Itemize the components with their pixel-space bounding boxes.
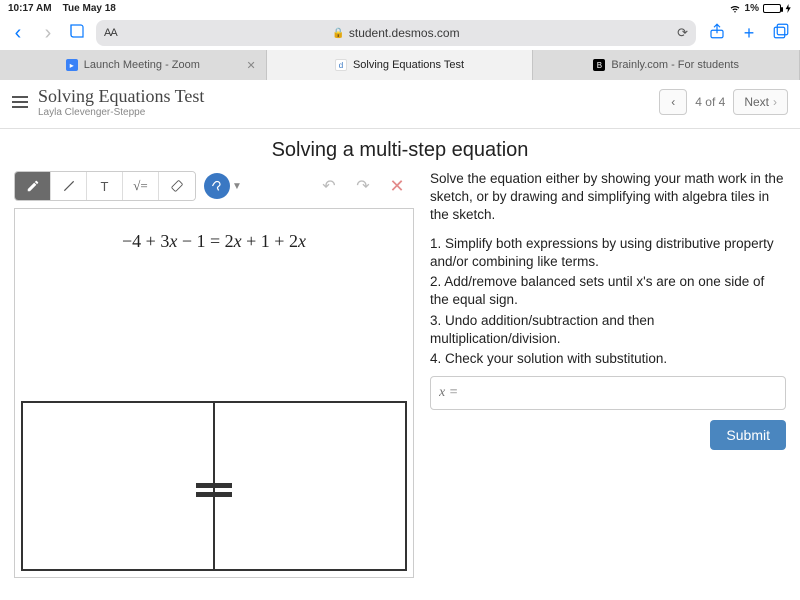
- tab-label: Launch Meeting - Zoom: [84, 59, 200, 71]
- redo-button[interactable]: ↷: [346, 176, 380, 196]
- tool-group: T √=: [14, 171, 196, 201]
- lock-icon: 🔒: [332, 28, 344, 39]
- battery-percent: 1%: [745, 3, 759, 14]
- page-indicator: 4 of 4: [695, 95, 725, 109]
- close-tab-button[interactable]: ✕: [246, 59, 255, 72]
- instructions-intro: Solve the equation either by showing you…: [430, 170, 786, 225]
- battery-icon: [763, 4, 781, 13]
- text-tool-label: T: [101, 179, 109, 194]
- status-time: 10:17 AM: [8, 3, 52, 14]
- math-tool-label: √=: [133, 178, 147, 194]
- next-page-button[interactable]: Next›: [733, 89, 788, 115]
- brainly-favicon: B: [593, 59, 605, 71]
- equals-icon: [196, 483, 232, 497]
- tab-strip: ▸ Launch Meeting - Zoom ✕ d Solving Equa…: [0, 50, 800, 80]
- eraser-tool[interactable]: [159, 172, 195, 200]
- lesson-content: Solving a multi-step equation T √=: [0, 129, 800, 578]
- share-button[interactable]: [706, 22, 728, 45]
- undo-button[interactable]: ↶: [312, 176, 346, 196]
- title-block: Solving Equations Test Layla Clevenger-S…: [38, 86, 204, 118]
- sketch-toolbar: T √= ▼ ↶ ↷ ✕: [14, 170, 414, 202]
- submit-button[interactable]: Submit: [710, 420, 786, 450]
- charging-icon: [785, 4, 792, 13]
- activity-header: Solving Equations Test Layla Clevenger-S…: [0, 80, 800, 129]
- page-title: Solving Equations Test: [38, 86, 204, 107]
- refresh-button[interactable]: ⟳: [677, 25, 688, 41]
- step-4: 4. Check your solution with substitution…: [430, 350, 786, 368]
- step-3: 3. Undo addition/subtraction and then mu…: [430, 312, 786, 348]
- tab-label: Brainly.com - For students: [611, 59, 739, 71]
- next-label: Next: [744, 95, 769, 109]
- text-tool[interactable]: T: [87, 172, 123, 200]
- sketch-canvas[interactable]: −4 + 3x − 1 = 2x + 1 + 2x: [14, 208, 414, 578]
- equation-display: −4 + 3x − 1 = 2x + 1 + 2x: [15, 231, 413, 252]
- tabs-overview-button[interactable]: [770, 22, 792, 45]
- math-tool[interactable]: √=: [123, 172, 159, 200]
- menu-button[interactable]: [12, 96, 28, 108]
- status-right: 1%: [729, 2, 792, 14]
- tiles-right-box: [214, 401, 407, 571]
- bookmarks-button[interactable]: [68, 22, 86, 45]
- url-text: student.desmos.com: [349, 26, 460, 40]
- back-button[interactable]: ‹: [8, 22, 28, 45]
- tab-zoom[interactable]: ▸ Launch Meeting - Zoom ✕: [0, 50, 267, 80]
- tab-brainly[interactable]: B Brainly.com - For students: [533, 50, 800, 80]
- pencil-tool[interactable]: [15, 172, 51, 200]
- wifi-icon: [729, 2, 741, 14]
- tab-desmos[interactable]: d Solving Equations Test: [267, 50, 534, 80]
- tab-label: Solving Equations Test: [353, 59, 464, 71]
- clear-sketch-button[interactable]: ✕: [380, 176, 414, 197]
- instructions-column: Solve the equation either by showing you…: [430, 170, 786, 578]
- student-name: Layla Clevenger-Steppe: [38, 107, 204, 118]
- status-left: 10:17 AM Tue May 18: [8, 3, 116, 14]
- line-tool[interactable]: [51, 172, 87, 200]
- ios-status-bar: 10:17 AM Tue May 18 1%: [0, 0, 800, 16]
- color-caret-icon[interactable]: ▼: [232, 181, 242, 192]
- text-size-button[interactable]: AA: [104, 27, 117, 39]
- new-tab-button[interactable]: +: [738, 23, 760, 44]
- answer-input[interactable]: [430, 376, 786, 410]
- sketch-column: T √= ▼ ↶ ↷ ✕ −4 + 3x − 1 = 2x + 1 + 2x: [14, 170, 414, 578]
- desmos-favicon: d: [335, 59, 347, 71]
- step-2: 2. Add/remove balanced sets until x's ar…: [430, 273, 786, 309]
- tiles-left-box: [21, 401, 214, 571]
- lesson-heading: Solving a multi-step equation: [272, 139, 529, 162]
- prev-page-button[interactable]: ‹: [659, 89, 687, 115]
- zoom-favicon: ▸: [66, 59, 78, 71]
- step-1: 1. Simplify both expressions by using di…: [430, 235, 786, 271]
- status-date: Tue May 18: [63, 3, 116, 14]
- safari-toolbar: ‹ › AA 🔒 student.desmos.com ⟳ +: [0, 16, 800, 50]
- color-picker-button[interactable]: [204, 173, 230, 199]
- forward-button[interactable]: ›: [38, 22, 58, 45]
- url-bar[interactable]: AA 🔒 student.desmos.com ⟳: [96, 20, 696, 46]
